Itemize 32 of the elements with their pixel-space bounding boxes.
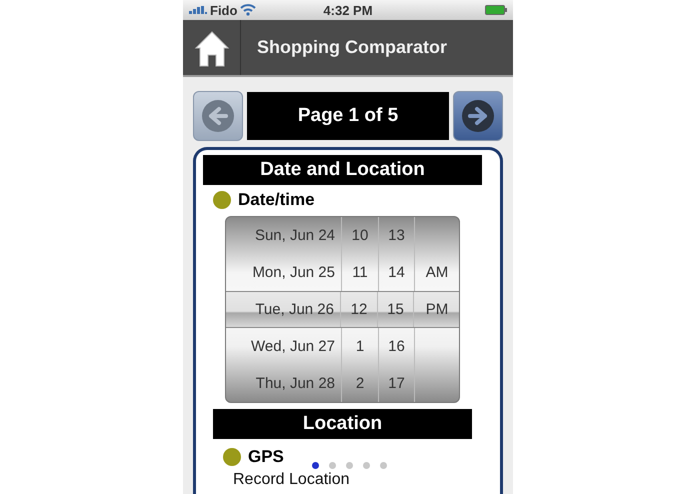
- date-value: Wed, Jun 27: [226, 328, 342, 365]
- field-label: Date/time: [238, 190, 315, 210]
- minute-value: 16: [379, 328, 415, 365]
- date-value: Thu, Jun 28: [226, 365, 342, 402]
- section-heading: Location: [213, 409, 472, 439]
- ampm-value: PM: [424, 300, 450, 320]
- picker-row[interactable]: Tue, Jun 26 12 15 PM: [226, 291, 459, 328]
- record-location-label: Record Location: [233, 471, 350, 489]
- picker-row[interactable]: Wed, Jun 27 1 16: [226, 328, 459, 365]
- picker-row[interactable]: Sun, Jun 24 10 13: [226, 217, 459, 254]
- minute-value: 17: [379, 365, 415, 402]
- minute-value: 15: [378, 292, 414, 327]
- field-label: GPS: [248, 447, 284, 467]
- date-time-picker[interactable]: Sun, Jun 24 10 13 Mon, Jun 25 11 14 AM Tue, Jun 26 12 15 PM Wed, Jun 27 1 16 Thu, Jun 28 2 17: [225, 216, 460, 403]
- hour-value: 2: [342, 365, 379, 402]
- signal-icon: [189, 6, 207, 14]
- ampm-value: AM: [424, 263, 450, 283]
- wifi-icon: [240, 4, 256, 16]
- hour-value: 10: [342, 217, 379, 254]
- section-heading: Date and Location: [203, 155, 482, 185]
- app-title: Shopping Comparator: [256, 37, 447, 58]
- page-indicator: Page 1 of 5: [247, 92, 449, 140]
- minute-value: 13: [379, 217, 415, 254]
- date-value: Sun, Jun 24: [226, 217, 342, 254]
- hour-value: 1: [342, 328, 379, 365]
- next-page-button[interactable]: [453, 91, 503, 141]
- date-value: Tue, Jun 26: [226, 292, 341, 327]
- carrier-name: Fido: [210, 2, 238, 18]
- picker-row[interactable]: Thu, Jun 28 2 17: [226, 365, 459, 402]
- hour-value: 12: [341, 292, 378, 327]
- battery-icon: [485, 5, 507, 15]
- clock-time: 4:32 PM: [323, 2, 373, 18]
